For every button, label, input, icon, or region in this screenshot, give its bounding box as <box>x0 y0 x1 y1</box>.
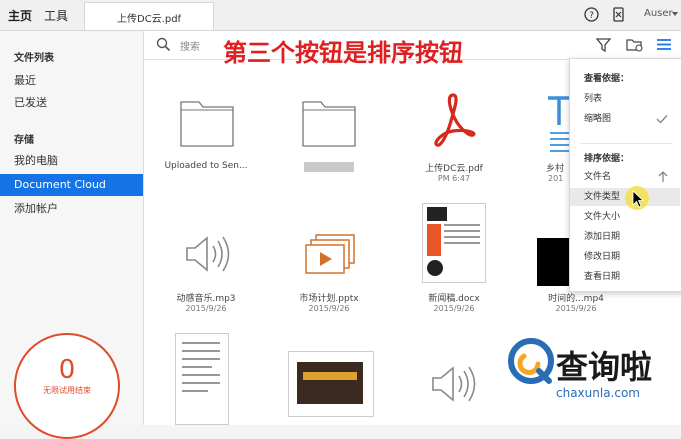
file-tile[interactable] <box>274 333 384 425</box>
sidebar-item-recent[interactable]: 最近 <box>0 70 143 92</box>
pptx-thumbnail <box>288 351 374 417</box>
svg-text:?: ? <box>589 11 594 21</box>
trial-badge[interactable]: 0 无限试用结束 <box>14 333 120 439</box>
pdf-icon <box>434 93 476 147</box>
view-by-heading: 查看依据： <box>584 74 630 84</box>
file-name: 动感音乐.mp3 <box>176 294 236 304</box>
file-name: Uploaded to Sen... <box>164 161 248 171</box>
file-tile[interactable]: 乡村 201 <box>531 91 571 186</box>
view-sort-menu: 查看依据： 列表 缩略图 排序依据： 文件名 文件类型 文件大小 添加日期 修改… <box>569 58 681 292</box>
folder-icon <box>302 101 356 147</box>
section-storage: 存储 <box>14 135 34 146</box>
sort-by-heading: 排序依据： <box>584 154 630 164</box>
watermark-logo-icon <box>508 338 554 384</box>
file-name: 市场计划.pptx <box>299 294 359 304</box>
watermark: 查询啦 chaxunla.com <box>508 338 681 425</box>
file-date: 2015/9/26 <box>555 304 597 313</box>
file-date: 2015/9/26 <box>433 304 475 313</box>
filter-icon[interactable] <box>595 36 612 53</box>
file-tile[interactable]: 动感音乐.mp3 2015/9/26 <box>151 203 261 318</box>
docx-thumbnail <box>422 203 486 283</box>
cursor-icon <box>625 186 649 210</box>
file-date: 2015/9/26 <box>308 304 350 313</box>
tab-tools[interactable]: 工具 <box>44 7 68 24</box>
search-icon[interactable] <box>156 37 171 52</box>
file-tile[interactable]: 上传DC云.pdf PM 6:47 <box>399 91 509 186</box>
audio-icon <box>432 366 476 402</box>
menu-item-sort-modified[interactable]: 修改日期 <box>570 248 680 266</box>
phone-icon[interactable] <box>611 7 626 22</box>
audio-icon <box>186 236 230 272</box>
document-tab-label: 上传DC云.pdf <box>117 14 182 25</box>
file-tile[interactable]: Uploaded to Sen... <box>151 91 261 186</box>
section-file-list: 文件列表 <box>14 53 54 64</box>
file-tile[interactable] <box>399 333 509 425</box>
trial-count: 0 <box>58 355 76 385</box>
sidebar-item-document-cloud[interactable]: Document Cloud <box>0 174 143 196</box>
pptx-icon <box>305 234 355 274</box>
search-input[interactable]: 搜索 <box>180 38 200 53</box>
file-tile[interactable]: 新闻稿.docx 2015/9/26 <box>399 203 509 318</box>
menu-item-list[interactable]: 列表 <box>570 90 680 108</box>
folder-settings-icon[interactable] <box>626 36 644 53</box>
menu-item-sort-viewed[interactable]: 查看日期 <box>570 268 680 286</box>
watermark-text: 查询啦 <box>556 348 653 386</box>
check-icon <box>656 115 668 124</box>
instruction-banner: 第三个按钮是排序按钮 <box>223 39 463 67</box>
document-tab[interactable]: 上传DC云.pdf <box>84 2 214 30</box>
sidebar-item-add-account[interactable]: 添加帐户 <box>0 198 143 220</box>
file-name: 时间的...mp4 <box>548 294 604 304</box>
sidebar-item-my-computer[interactable]: 我的电脑 <box>0 150 143 172</box>
file-name: 乡村 <box>546 164 565 174</box>
file-name: 新闻稿.docx <box>428 294 480 304</box>
text-doc-icon <box>548 96 571 152</box>
sidebar-item-sent[interactable]: 已发送 <box>0 92 143 114</box>
doc-thumbnail <box>175 333 229 425</box>
tab-home[interactable]: 主页 <box>8 7 32 24</box>
menu-divider <box>580 143 672 144</box>
chevron-down-icon[interactable] <box>672 12 678 16</box>
file-tile[interactable] <box>151 333 261 425</box>
file-name: 上传DC云.pdf <box>425 164 483 174</box>
trial-text: 无限试用结束 <box>43 386 91 395</box>
menu-icon[interactable] <box>656 37 672 52</box>
sort-arrow-icon <box>658 171 668 182</box>
user-menu[interactable]: Auser <box>644 8 673 19</box>
search-bar: 搜索 第三个按钮是排序按钮 <box>144 31 681 67</box>
blurred-file-name <box>304 162 354 172</box>
watermark-url: chaxunla.com <box>556 386 640 400</box>
folder-icon <box>180 101 234 147</box>
file-tile[interactable] <box>274 91 384 186</box>
help-icon[interactable]: ? <box>584 7 599 22</box>
menu-item-sort-added[interactable]: 添加日期 <box>570 228 680 246</box>
top-bar: 主页 工具 上传DC云.pdf ? Auser <box>0 0 681 31</box>
file-date: PM 6:47 <box>437 174 471 183</box>
file-tile[interactable]: 市场计划.pptx 2015/9/26 <box>274 203 384 318</box>
file-date: 2015/9/26 <box>185 304 227 313</box>
